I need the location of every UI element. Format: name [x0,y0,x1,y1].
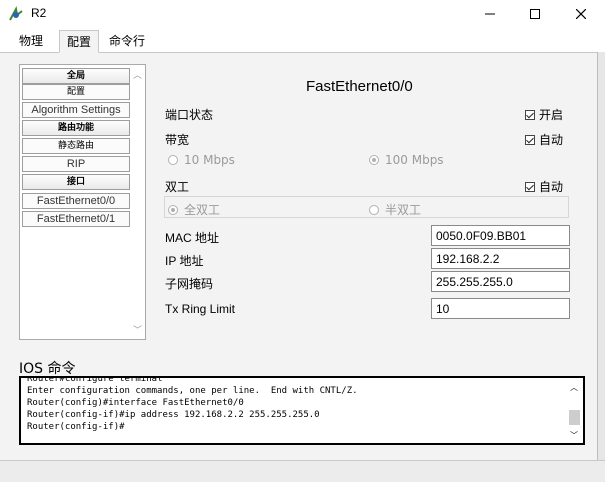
sidebar-item-fastethernet0-0[interactable]: FastEthernet0/0 [22,193,130,209]
mac-address-field[interactable]: 0050.0F09.BB01 [431,225,570,246]
duplex-half-label: 半双工 [385,203,422,217]
sidebar-item-rip[interactable]: RIP [22,156,130,172]
window-title: R2 [31,6,47,20]
maximize-icon [530,9,540,19]
bandwidth-label: 带宽 [165,133,190,147]
tab-cli[interactable]: 命令行 [105,32,149,52]
console-line: Enter configuration commands, one per li… [27,386,358,396]
bandwidth-100-radio[interactable]: 100 Mbps [369,153,444,167]
console-line: Router(config-if)# [27,422,125,432]
sidebar-item-fastethernet0-1[interactable]: FastEthernet0/1 [22,211,130,227]
console-line: Router(config)#interface FastEthernet0/0 [27,398,244,408]
scroll-down-icon[interactable]: ﹀ [570,430,578,441]
mac-address-label: MAC 地址 [165,231,220,245]
scroll-thumb[interactable] [569,410,580,425]
close-button[interactable] [558,0,604,28]
duplex-full-radio[interactable]: 全双工 [168,201,220,218]
port-status-check-label: 开启 [539,108,564,122]
maximize-button[interactable] [512,0,558,28]
duplex-auto-checkbox[interactable]: 自动 [525,178,563,195]
duplex-label: 双工 [165,180,190,194]
tx-ring-limit-label: Tx Ring Limit [165,302,236,316]
sidebar-item-settings[interactable]: 配置 [22,84,130,100]
console-line: Router(config-if)#ip address 192.168.2.2… [27,410,320,420]
bandwidth-auto-checkbox[interactable]: 自动 [525,131,563,148]
bandwidth-10-radio[interactable]: 10 Mbps [168,153,235,167]
console-line: Router#configure terminal [27,376,163,384]
duplex-options-group [164,196,569,218]
radio-icon [369,204,379,215]
bandwidth-100-label: 100 Mbps [385,153,444,167]
router-app-icon [9,6,23,21]
sidebar-item-static-routing[interactable]: 静态路由 [22,138,130,154]
scroll-up-icon[interactable]: ︿ [133,68,142,81]
checkbox-checked-icon [525,134,535,145]
close-icon [576,9,586,19]
minimize-button[interactable] [467,0,513,28]
sidebar-item-algorithm-settings[interactable]: Algorithm Settings [22,102,130,118]
sidebar-scrollbar[interactable]: ︿ ﹀ [131,66,144,338]
interface-title: FastEthernet0/0 [306,78,413,95]
duplex-auto-label: 自动 [539,180,564,194]
sidebar-item-global[interactable]: 全局 [22,68,130,84]
bandwidth-auto-label: 自动 [539,133,564,147]
duplex-half-radio[interactable]: 半双工 [369,201,421,218]
port-status-checkbox[interactable]: 开启 [525,106,563,123]
console-scrollbar[interactable]: ︿ ﹀ [568,380,581,441]
ip-address-label: IP 地址 [165,254,204,268]
subnet-mask-label: 子网掩码 [165,277,214,291]
radio-selected-icon [369,155,379,165]
tab-config[interactable]: 配置 [59,30,100,53]
background-window-strip [0,460,605,482]
ios-console[interactable]: Router#configure terminal Enter configur… [19,376,585,445]
tab-physical[interactable]: 物理 [15,32,47,52]
config-sidebar: 全局 配置 Algorithm Settings 路由功能 静态路由 RIP 接… [19,64,146,340]
sidebar-item-interface[interactable]: 接口 [22,174,130,190]
checkbox-checked-icon [525,181,535,192]
tab-bar: 物理 配置 命令行 [0,28,605,53]
scroll-up-icon[interactable]: ︿ [570,382,578,393]
background-window-edge [597,52,605,481]
duplex-full-label: 全双工 [184,203,221,217]
scroll-down-icon[interactable]: ﹀ [133,323,142,336]
bandwidth-10-label: 10 Mbps [184,153,235,167]
minimize-icon [485,13,495,15]
checkbox-checked-icon [525,109,535,120]
ios-command-label: IOS 命令 [19,361,76,377]
title-bar: R2 [0,0,605,28]
radio-icon [168,155,178,165]
port-status-label: 端口状态 [165,108,214,122]
subnet-mask-field[interactable]: 255.255.255.0 [431,271,570,292]
sidebar-item-routing[interactable]: 路由功能 [22,120,130,136]
tx-ring-limit-field[interactable]: 10 [431,298,570,319]
ip-address-field[interactable]: 192.168.2.2 [431,248,570,269]
radio-selected-icon [168,204,178,215]
